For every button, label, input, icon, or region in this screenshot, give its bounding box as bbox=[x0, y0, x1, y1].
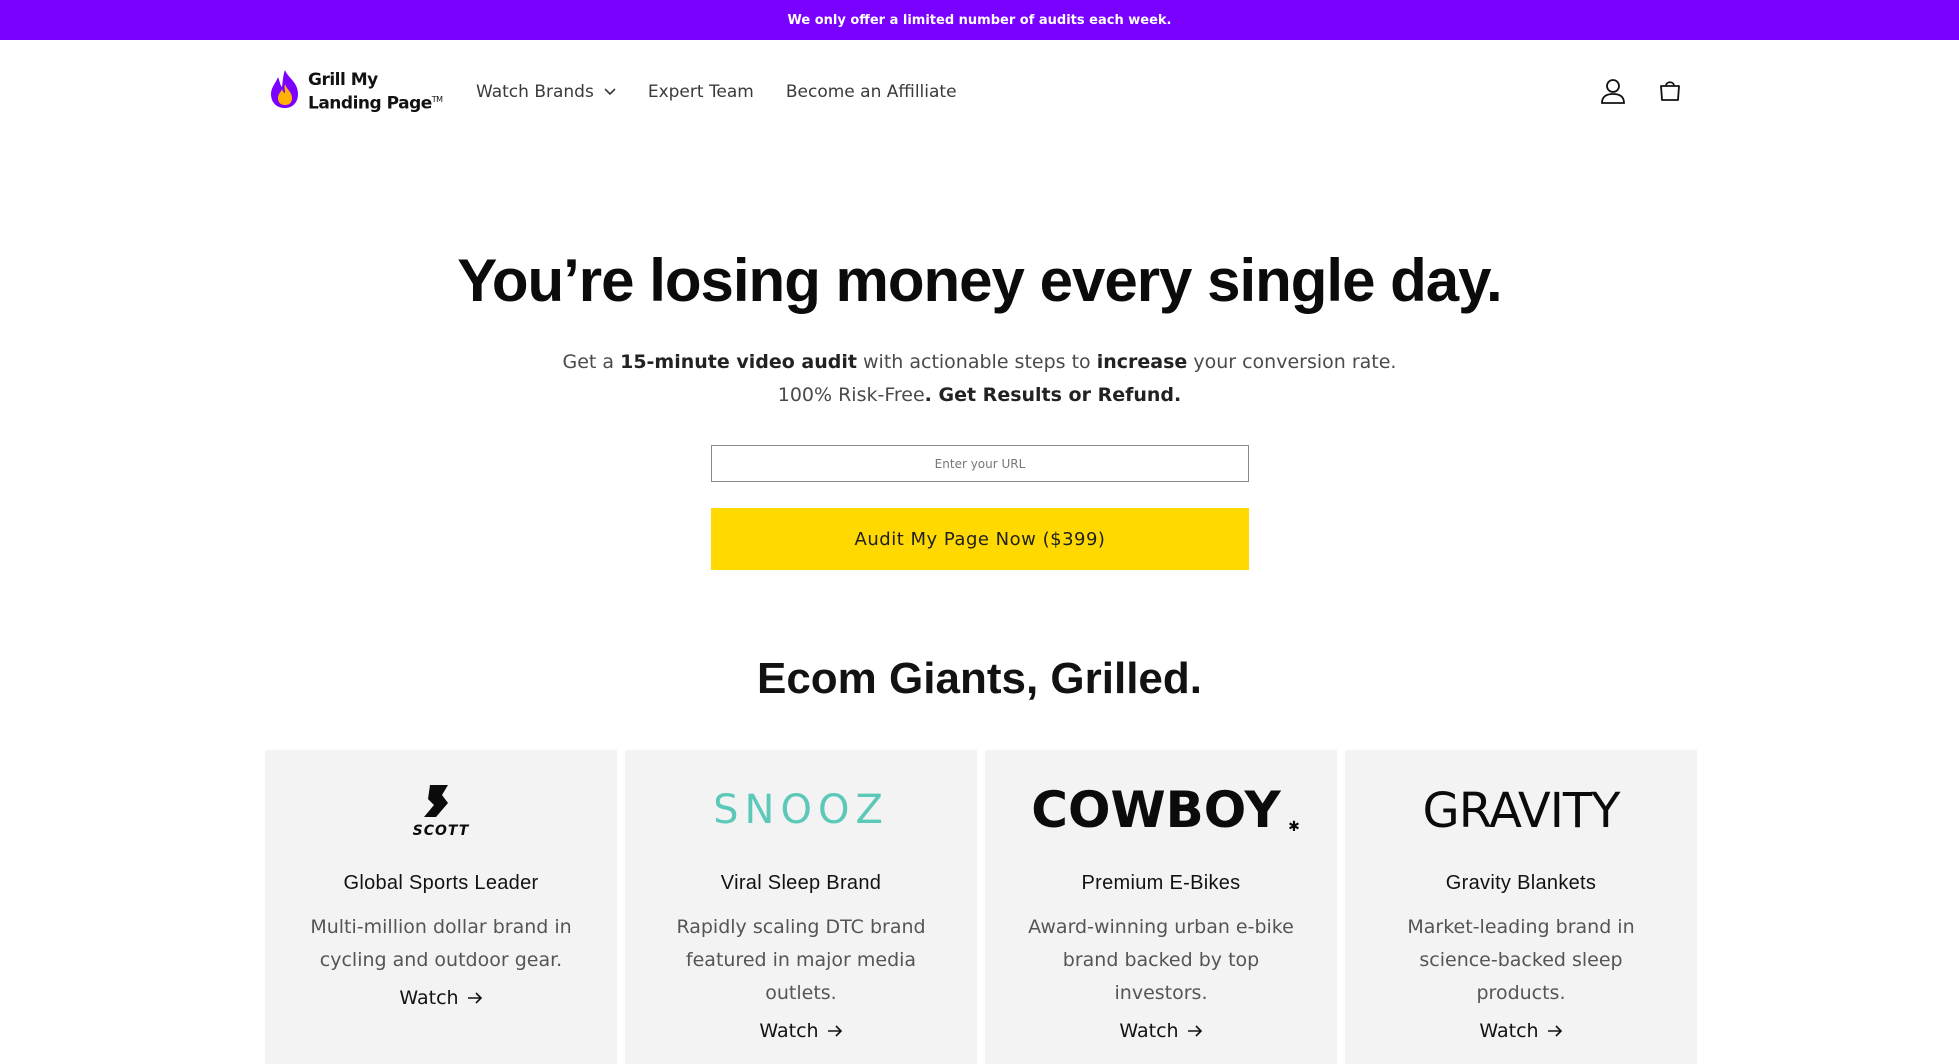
account-icon[interactable] bbox=[1598, 76, 1628, 106]
card-title: Gravity Blankets bbox=[1445, 872, 1597, 894]
hero-sub-text: with actionable steps to bbox=[856, 351, 1097, 373]
logo-trademark: TM bbox=[431, 94, 443, 104]
arrow-right-icon bbox=[467, 992, 482, 1004]
watch-link[interactable]: Watch bbox=[1479, 1020, 1562, 1042]
hero-sub-text: Get a bbox=[562, 351, 621, 373]
hero-sub-text: your conversion rate. bbox=[1187, 351, 1397, 373]
chevron-down-icon bbox=[604, 88, 616, 96]
brand-card-snooz: SNOOZ Viral Sleep Brand Rapidly scaling … bbox=[625, 750, 977, 1064]
gravity-logo: GRAVITY bbox=[1345, 750, 1697, 860]
svg-text:✱: ✱ bbox=[1288, 819, 1300, 835]
card-title: Premium E-Bikes bbox=[1081, 872, 1241, 894]
scott-logo-text: SCOTT bbox=[413, 823, 470, 839]
card-description: Market-leading brand in science-backed s… bbox=[1407, 916, 1635, 1004]
hero-subtitle: Get a 15-minute video audit with actiona… bbox=[0, 346, 1959, 412]
logo-line-1: Grill My bbox=[308, 69, 378, 90]
nav-become-affiliate-label: Become an Affilliate bbox=[785, 82, 957, 102]
scott-logo: SCOTT bbox=[265, 750, 617, 860]
watch-link[interactable]: Watch bbox=[399, 987, 482, 1009]
arrow-right-icon bbox=[1547, 1025, 1562, 1037]
header-icons bbox=[1598, 76, 1684, 106]
nav-expert-team[interactable]: Expert Team bbox=[648, 82, 754, 102]
announcement-bar: We only offer a limited number of audits… bbox=[0, 0, 1959, 40]
brand-card-gravity: GRAVITY Gravity Blankets Market-leading … bbox=[1345, 750, 1697, 1064]
gravity-logo-text: GRAVITY bbox=[1423, 783, 1622, 839]
snooz-logo-text: SNOOZ bbox=[716, 787, 886, 833]
hero-sub-bold: . Get Results or Refund. bbox=[924, 384, 1182, 406]
hero-sub-text: 100% Risk-Free bbox=[777, 384, 925, 406]
audit-page-button[interactable]: Audit My Page Now ($399) bbox=[711, 508, 1249, 570]
section-title-text: Ecom bbox=[756, 654, 890, 703]
card-title: Viral Sleep Brand bbox=[720, 872, 882, 894]
site-header: Grill My Landing PageTM Watch Brands Exp… bbox=[0, 40, 1959, 144]
watch-link-label: Watch bbox=[1119, 1020, 1179, 1042]
nav-watch-brands[interactable]: Watch Brands bbox=[476, 82, 616, 102]
arrow-right-icon bbox=[1187, 1025, 1202, 1037]
nav-expert-team-label: Expert Team bbox=[647, 82, 754, 102]
card-description: Multi-million dollar brand in cycling an… bbox=[310, 916, 572, 971]
brand-cards: SCOTT Global Sports Leader Multi-million… bbox=[265, 750, 1697, 1064]
card-title: Global Sports Leader bbox=[343, 872, 539, 894]
url-input[interactable] bbox=[711, 445, 1249, 482]
cowboy-logo-text: COWBOY bbox=[1031, 781, 1281, 839]
logo-wordmark: Grill My Landing PageTM bbox=[308, 70, 443, 114]
watch-link[interactable]: Watch bbox=[759, 1020, 842, 1042]
watch-link-label: Watch bbox=[1479, 1020, 1539, 1042]
site-logo[interactable]: Grill My Landing PageTM bbox=[268, 68, 443, 115]
main-nav: Watch Brands Expert Team Become an Affil… bbox=[476, 82, 989, 102]
section-title-bold: Giants bbox=[889, 654, 1026, 703]
section-title: Ecom Giants, Grilled. bbox=[0, 654, 1959, 704]
section-title-text: , Grilled. bbox=[1025, 654, 1202, 703]
watch-link[interactable]: Watch bbox=[1119, 1020, 1202, 1042]
nav-watch-brands-label: Watch Brands bbox=[476, 82, 594, 102]
brand-card-scott: SCOTT Global Sports Leader Multi-million… bbox=[265, 750, 617, 1064]
card-description: Award-winning urban e-bike brand backed … bbox=[1028, 916, 1294, 1004]
nav-become-affiliate[interactable]: Become an Affilliate bbox=[786, 82, 957, 102]
watch-link-label: Watch bbox=[399, 987, 459, 1009]
flame-logo-icon bbox=[268, 68, 302, 115]
hero-sub-bold: 15-minute video audit bbox=[620, 351, 857, 373]
logo-line-2: Landing Page bbox=[308, 93, 432, 114]
hero-title: You’re losing money every single day. bbox=[457, 247, 1502, 314]
arrow-right-icon bbox=[827, 1025, 842, 1037]
brand-card-cowboy: COWBOY ✱ Premium E-Bikes Award-winning u… bbox=[985, 750, 1337, 1064]
cart-icon[interactable] bbox=[1656, 77, 1684, 105]
watch-link-label: Watch bbox=[759, 1020, 819, 1042]
card-description: Rapidly scaling DTC brand featured in ma… bbox=[676, 916, 926, 1004]
snooz-logo: SNOOZ bbox=[625, 750, 977, 860]
hero-sub-bold: increase bbox=[1096, 351, 1188, 373]
announcement-text: We only offer a limited number of audits… bbox=[787, 12, 1172, 28]
cowboy-logo: COWBOY ✱ bbox=[985, 750, 1337, 860]
